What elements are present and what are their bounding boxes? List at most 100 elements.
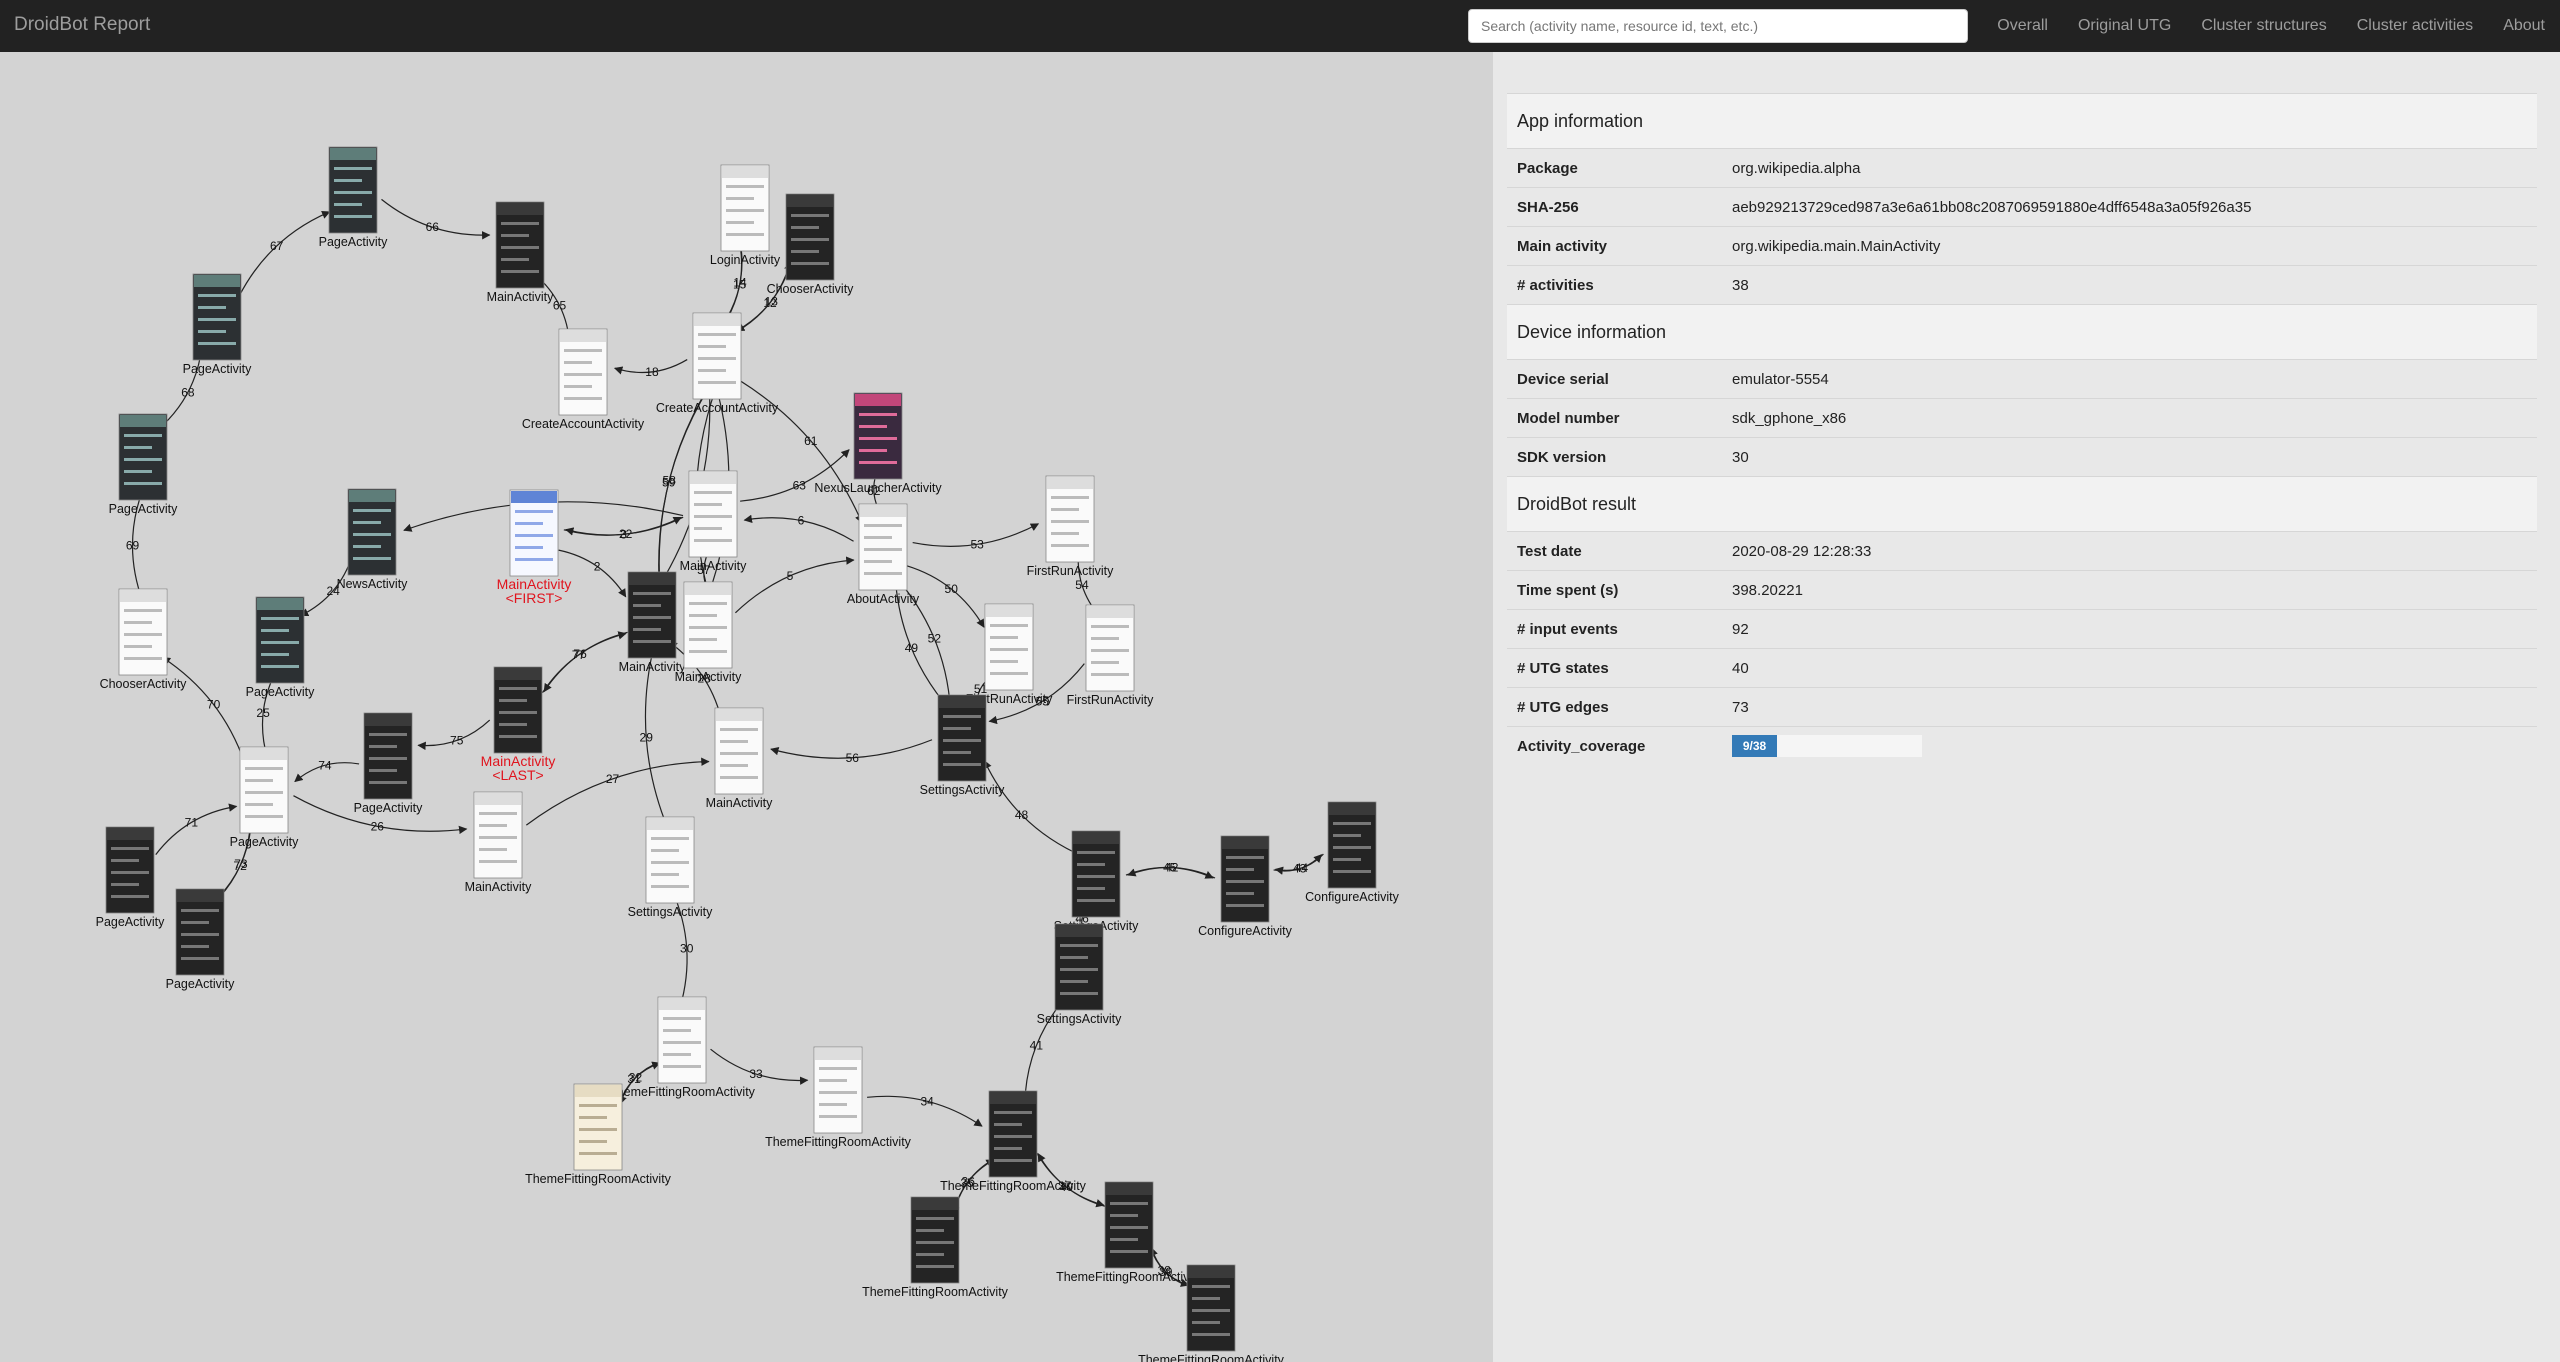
utg-node[interactable]: PageActivity	[246, 596, 316, 699]
utg-node[interactable]: CreateAccountActivity	[522, 328, 645, 431]
node-screenshot-line	[499, 699, 527, 702]
row-test-date: Test date 2020-08-29 12:28:33	[1507, 531, 2537, 571]
utg-node[interactable]: ThemeFittingRoomActivity	[525, 1083, 672, 1186]
utg-node[interactable]: ChooserActivity	[767, 193, 855, 296]
utg-edge[interactable]	[541, 631, 627, 693]
node-label: SettingsActivity	[1037, 1012, 1123, 1026]
node-screenshot-line	[1192, 1309, 1230, 1312]
node-screenshot-header	[647, 818, 693, 830]
utg-node[interactable]: MainActivity	[619, 571, 686, 674]
nav-links: Overall Original UTG Cluster structures …	[1982, 0, 2560, 52]
node-screenshot-line	[859, 449, 887, 452]
utg-edge-label: 52	[928, 632, 942, 646]
utg-edge[interactable]	[155, 803, 238, 855]
utg-node[interactable]: PageActivity	[183, 273, 253, 376]
utg-node[interactable]: ConfigureActivity	[1305, 801, 1400, 904]
utg-node[interactable]: MainActivity	[487, 201, 554, 304]
utg-node[interactable]: MainActivity<FIRST>	[497, 489, 572, 606]
device-info-heading: Device information	[1507, 304, 2537, 360]
node-screenshot-header	[365, 714, 411, 726]
node-screenshot-line	[369, 745, 397, 748]
node-screenshot-line	[579, 1152, 617, 1155]
node-screenshot-line	[859, 461, 897, 464]
node-screenshot-line	[124, 657, 162, 660]
nav-original-utg[interactable]: Original UTG	[2063, 0, 2186, 52]
node-screenshot-line	[479, 860, 517, 863]
node-label: MainActivity	[675, 670, 742, 684]
utg-node[interactable]: SettingsActivity	[628, 816, 714, 919]
utg-node[interactable]: PageActivity	[166, 888, 236, 991]
node-screenshot-line	[791, 262, 829, 265]
node-screenshot-line	[943, 751, 971, 754]
node-screenshot-line	[1110, 1250, 1148, 1253]
utg-edge-label: 43	[1293, 862, 1307, 876]
node-screenshot-line	[1051, 544, 1089, 547]
utg-edge[interactable]	[238, 210, 331, 297]
utg-node[interactable]: SettingsActivity	[920, 694, 1006, 797]
utg-edge[interactable]	[983, 760, 1076, 854]
utg-edge[interactable]	[161, 656, 247, 767]
utg-edge[interactable]	[543, 631, 628, 693]
coverage-progress-bar: 9/38	[1732, 735, 1777, 758]
node-screenshot-line	[261, 629, 289, 632]
utg-node[interactable]: ThemeFittingRoomActivity	[862, 1196, 1009, 1299]
node-screenshot-header	[1087, 606, 1133, 618]
utg-node[interactable]: MainActivity	[465, 791, 532, 894]
nav-about[interactable]: About	[2488, 0, 2560, 52]
nav-overall[interactable]: Overall	[1982, 0, 2063, 52]
node-screenshot-line	[864, 548, 902, 551]
node-screenshot-header	[475, 793, 521, 805]
node-screenshot-line	[864, 572, 902, 575]
utg-node[interactable]: MainActivity<LAST>	[481, 666, 556, 783]
node-screenshot-line	[1077, 863, 1105, 866]
brand-title[interactable]: DroidBot Report	[14, 14, 150, 36]
node-screenshot-line	[515, 534, 553, 537]
nav-cluster-structures[interactable]: Cluster structures	[2186, 0, 2341, 52]
node-screenshot-header	[120, 415, 166, 427]
model-key: Model number	[1507, 398, 1722, 438]
utg-node[interactable]: CreateAccountActivity	[656, 312, 779, 415]
search-input[interactable]	[1468, 9, 1968, 43]
utg-node[interactable]: PageActivity	[319, 146, 389, 249]
utg-edge[interactable]	[734, 556, 855, 614]
node-screenshot-line	[990, 636, 1018, 639]
utg-node[interactable]: PageActivity	[354, 712, 424, 815]
utg-node[interactable]: FirstRunActivity	[1027, 475, 1115, 578]
utg-node[interactable]: NewsActivity	[337, 488, 409, 591]
node-screenshot-line	[198, 330, 226, 333]
nav-cluster-activities[interactable]: Cluster activities	[2342, 0, 2488, 52]
utg-node[interactable]: ConfigureActivity	[1198, 835, 1293, 938]
node-screenshot-line	[663, 1053, 691, 1056]
node-screenshot-line	[1077, 875, 1115, 878]
node-screenshot-line	[499, 735, 537, 738]
utg-node[interactable]: LoginActivity	[710, 164, 781, 267]
utg-node[interactable]: NexusLauncherActivity	[814, 392, 942, 495]
utg-node[interactable]: ThemeFittingRoomActivity	[765, 1046, 912, 1149]
utg-node[interactable]: MainActivity	[706, 707, 773, 810]
node-screenshot-line	[864, 536, 892, 539]
node-screenshot-line	[633, 628, 661, 631]
node-screenshot-line	[864, 560, 892, 563]
utg-node[interactable]: SettingsActivity	[1054, 830, 1140, 933]
node-screenshot-line	[1110, 1202, 1148, 1205]
utg-node[interactable]: ChooserActivity	[100, 588, 188, 691]
node-screenshot-line	[694, 527, 722, 530]
utg-edge-label: 18	[645, 365, 659, 379]
utg-node[interactable]: ThemeFittingRoomActivity	[1056, 1181, 1203, 1284]
utg-node[interactable]: PageActivity	[230, 746, 300, 849]
utg-graph[interactable]: 6667686970717273747576776518151412131120…	[0, 52, 1493, 1362]
node-screenshot-line	[651, 873, 679, 876]
utg-edge-label: 14	[733, 276, 747, 290]
utg-node[interactable]: PageActivity	[109, 413, 179, 516]
utg-node[interactable]: SettingsActivity	[1037, 923, 1123, 1026]
utg-node[interactable]: PageActivity	[96, 826, 166, 929]
serial-key: Device serial	[1507, 359, 1722, 399]
utg-graph-canvas[interactable]: 6667686970717273747576776518151412131120…	[0, 52, 1493, 1362]
node-screenshot-header	[787, 195, 833, 207]
node-label: ConfigureActivity	[1198, 924, 1293, 938]
utg-node[interactable]: FirstRunActivity	[1067, 604, 1155, 707]
utg-node[interactable]: MainActivity	[680, 470, 747, 573]
utg-node[interactable]: AboutActivity	[847, 503, 920, 606]
node-screenshot-line	[990, 624, 1028, 627]
sdk-key: SDK version	[1507, 437, 1722, 477]
